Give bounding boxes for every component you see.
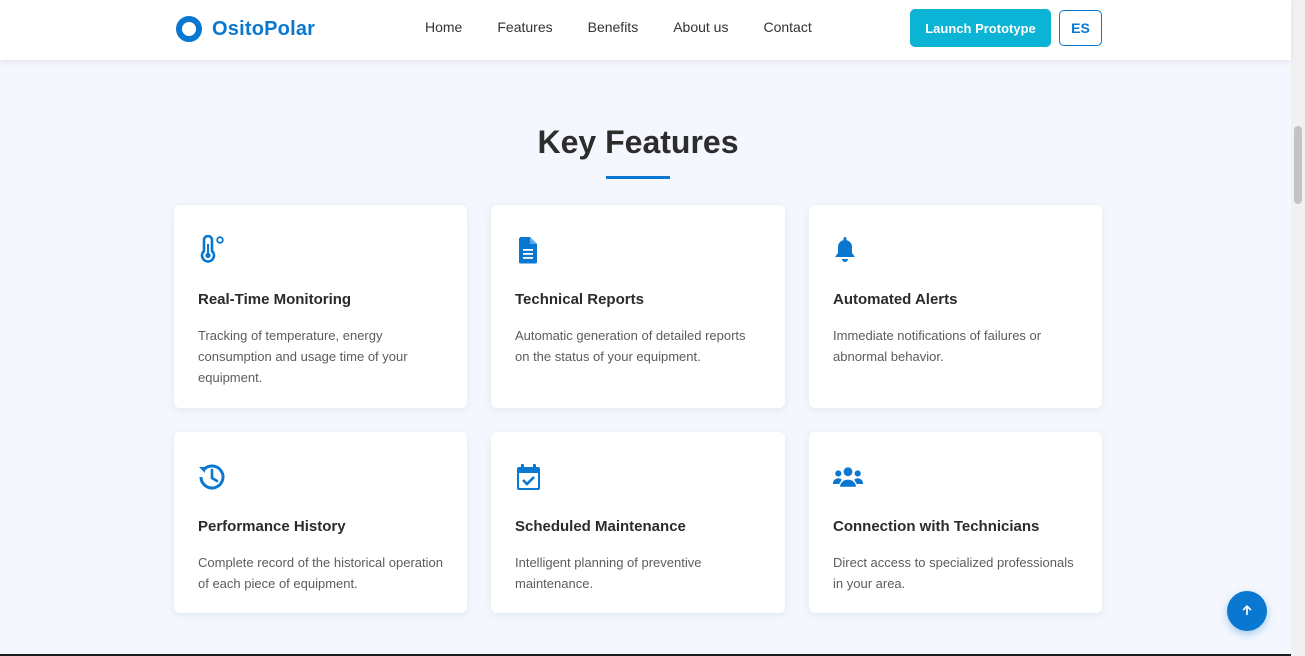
users-icon (833, 462, 863, 492)
nav-links: Home Features Benefits About us Contact (425, 19, 847, 35)
brand-logo[interactable]: OsitoPolar (176, 14, 315, 44)
feature-description: Tracking of temperature, energy consumpt… (198, 328, 408, 385)
scrollbar-thumb[interactable] (1294, 126, 1302, 204)
nav-link-features[interactable]: Features (497, 19, 552, 35)
nav-link-benefits[interactable]: Benefits (588, 19, 639, 35)
feature-card-connection-with-technicians: Connection with Technicians Direct acces… (809, 432, 1102, 613)
document-icon (515, 235, 545, 265)
arrow-up-icon (1241, 604, 1253, 619)
navbar: OsitoPolar Home Features Benefits About … (0, 0, 1291, 60)
feature-description: Automatic generation of detailed reports… (515, 328, 746, 364)
feature-card-real-time-monitoring: Real-Time Monitoring Tracking of tempera… (174, 205, 467, 408)
calendar-check-icon (515, 462, 545, 492)
history-icon (198, 462, 228, 492)
feature-title: Technical Reports (515, 291, 644, 308)
brand-name: OsitoPolar (212, 17, 316, 40)
feature-card-technical-reports: Technical Reports Automatic generation o… (491, 205, 785, 408)
feature-description: Complete record of the historical operat… (198, 555, 443, 591)
feature-title: Performance History (198, 518, 346, 535)
title-underline (606, 176, 670, 179)
feature-title: Automated Alerts (833, 291, 958, 308)
feature-title: Real-Time Monitoring (198, 291, 352, 308)
feature-card-scheduled-maintenance: Scheduled Maintenance Intelligent planni… (491, 432, 785, 613)
feature-description: Intelligent planning of preventive maint… (515, 555, 702, 591)
feature-description: Direct access to specialized professiona… (833, 555, 1074, 591)
feature-title: Connection with Technicians (833, 518, 1040, 535)
circle-logo-icon (176, 16, 202, 42)
nav-link-about-us[interactable]: About us (673, 19, 728, 35)
section-title: Key Features (537, 124, 739, 160)
launch-prototype-button[interactable]: Launch Prototype (910, 9, 1051, 47)
feature-card-performance-history: Performance History Complete record of t… (174, 432, 467, 613)
feature-description: Immediate notifications of failures or a… (833, 328, 1042, 364)
feature-title: Scheduled Maintenance (515, 518, 686, 535)
page-scrollbar[interactable] (1291, 0, 1305, 656)
language-toggle-button[interactable]: ES (1059, 10, 1102, 46)
back-to-top-button[interactable] (1227, 591, 1267, 631)
feature-card-automated-alerts: Automated Alerts Immediate notifications… (809, 205, 1102, 408)
bell-icon (833, 235, 863, 265)
thermometer-icon (198, 235, 228, 265)
nav-link-contact[interactable]: Contact (763, 19, 811, 35)
nav-link-home[interactable]: Home (425, 19, 462, 35)
